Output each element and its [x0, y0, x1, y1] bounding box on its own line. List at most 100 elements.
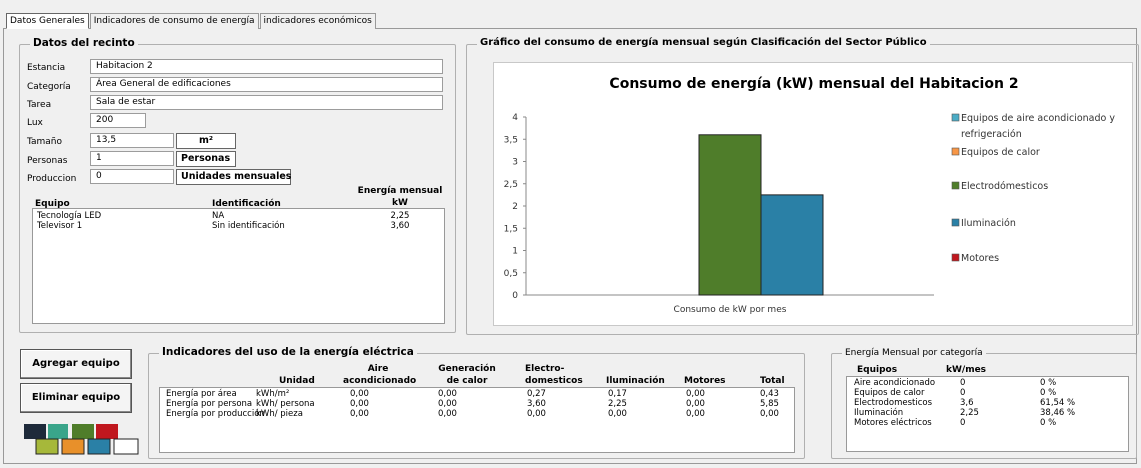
chart-legend-swatch-1 [951, 113, 960, 122]
logo-tile-5 [35, 438, 59, 455]
cat-row-1-pct: 0 % [1040, 378, 1057, 388]
ind-row-1-unidad: kWh/m² [256, 389, 290, 399]
personas-unit: Personas [176, 151, 236, 167]
chart-legend-label-1: refrigeración [961, 129, 1022, 140]
tarea-label: Tarea [27, 100, 52, 110]
agregar-equipo-button[interactable]: Agregar equipo [20, 349, 132, 379]
estancia-field[interactable]: Habitacion 2 [90, 59, 443, 74]
produccion-field[interactable]: 0 [90, 169, 174, 184]
tab-indicadores-consumo[interactable]: Indicadores de consumo de energía [89, 13, 259, 29]
produccion-label: Produccion [27, 174, 77, 184]
ind-row-2-total: 5,85 [760, 399, 779, 409]
chart-legend-swatch-3 [951, 181, 960, 190]
ind-row-1-aire: 0,00 [350, 389, 369, 399]
ind-row-1-motores: 0,00 [686, 389, 705, 399]
cat-row-3-name: Electrodomesticos [854, 398, 933, 408]
chart-y-tick-label: 3,5 [504, 135, 518, 145]
ind-row-2-name: Energía por persona [166, 399, 253, 409]
categoria-field[interactable]: Área General de edificaciones [90, 77, 443, 92]
ind-row-3-unidad: kWh/ pieza [256, 409, 303, 419]
logo-tile-2 [48, 424, 68, 439]
chart-y-tick-label: 0,5 [504, 269, 518, 279]
chart-legend-label-2: Equipos de calor [961, 147, 1040, 158]
tab-indicadores-economicos[interactable]: indicadores económicos [259, 13, 376, 29]
ind-row-3-motores: 0,00 [686, 409, 705, 419]
ind-row-1-electro: 0,27 [527, 389, 546, 399]
logo-tile-3 [72, 424, 94, 439]
chart-y-tick-label: 4 [512, 113, 518, 123]
indicadores-title: Indicadores del uso de la energía eléctr… [159, 346, 417, 358]
cat-row-2-pct: 0 % [1040, 388, 1057, 398]
tab-strip: Datos Generales Indicadores de consumo d… [6, 13, 377, 29]
tab-datos-generales[interactable]: Datos Generales [6, 13, 89, 29]
tamano-field[interactable]: 13,5 [90, 133, 174, 148]
cat-row-3-kw: 3,6 [960, 398, 974, 408]
equipment-row-1-energia[interactable]: 2,25 [355, 211, 445, 221]
chart-legend-swatch-2 [951, 147, 960, 156]
grafico-title: Gráfico del consumo de energía mensual s… [477, 37, 930, 48]
datos-recinto-title: Datos del recinto [30, 37, 138, 49]
ind-row-3-aire: 0,00 [350, 409, 369, 419]
logo-tile-8 [113, 438, 139, 455]
chart-y-tick-label: 3 [512, 158, 518, 168]
ind-row-3-calor: 0,00 [438, 409, 457, 419]
equipment-row-2-equipo[interactable]: Televisor 1 [37, 221, 82, 231]
ind-row-3-electro: 0,00 [527, 409, 546, 419]
cat-row-1-name: Aire acondicionado [854, 378, 936, 388]
cat-row-5-pct: 0 % [1040, 418, 1057, 428]
chart-y-tick-label: 1,5 [504, 224, 518, 234]
tamano-unit: m² [176, 133, 236, 149]
chart-y-tick-label: 1 [512, 247, 518, 257]
estancia-label: Estancia [27, 63, 66, 73]
tarea-field[interactable]: Sala de estar [90, 95, 443, 110]
cat-header-equipos: Equipos [857, 365, 898, 375]
cat-row-2-name: Equipos de calor [854, 388, 925, 398]
equipment-row-2-identificacion[interactable]: Sin identificación [212, 221, 285, 231]
cat-row-2-kw: 0 [960, 388, 966, 398]
cat-row-3-pct: 61,54 % [1040, 398, 1076, 408]
chart-x-tick-label: Consumo de kW por mes [674, 305, 787, 315]
ind-header-iluminacion: Iluminación [606, 376, 665, 386]
personas-field[interactable]: 1 [90, 151, 174, 166]
cat-row-4-kw: 2,25 [960, 408, 979, 418]
ind-row-3-name: Energía por producción [166, 409, 265, 419]
chart-bar-4 [760, 194, 824, 296]
chart-y-tick-label: 2,5 [504, 180, 518, 190]
cat-row-5-kw: 0 [960, 418, 966, 428]
ind-header-elec-1: Electro- [525, 364, 565, 374]
ind-row-2-ilum: 2,25 [608, 399, 627, 409]
chart-area: Consumo de energía (kW) mensual del Habi… [493, 62, 1133, 326]
ind-header-aire-2: acondicionado [343, 376, 417, 386]
ind-row-1-ilum: 0,17 [608, 389, 627, 399]
categoria-label: Categoría [27, 82, 71, 92]
categoria-title: Energía Mensual por categoría [842, 348, 986, 358]
personas-label: Personas [27, 156, 68, 166]
ind-header-elec-2: domesticos [525, 376, 583, 386]
ind-header-aire-1: Aire [367, 364, 389, 374]
ind-row-2-motores: 0,00 [686, 399, 705, 409]
ind-row-3-total: 0,00 [760, 409, 779, 419]
produccion-unit: Unidades mensuales [176, 169, 291, 185]
equipment-row-1-identificacion[interactable]: NA [212, 211, 224, 221]
lux-label: Lux [27, 118, 43, 128]
chart-y-tick-label: 0 [512, 291, 518, 301]
logo-tile-1 [24, 424, 46, 439]
cat-row-4-pct: 38,46 % [1040, 408, 1076, 418]
logo-icon [24, 424, 139, 455]
equipment-row-1-equipo[interactable]: Tecnología LED [37, 211, 101, 221]
logo-tile-7 [87, 438, 111, 455]
chart-legend-label-3: Electrodómesticos [961, 181, 1048, 192]
ind-row-1-calor: 0,00 [438, 389, 457, 399]
ind-header-unidad: Unidad [279, 376, 315, 386]
ind-row-1-name: Energía por área [166, 389, 237, 399]
ind-header-total: Total [760, 376, 785, 386]
cat-row-4-name: Iluminación [854, 408, 904, 418]
chart-bar-3 [698, 134, 762, 296]
ind-row-2-calor: 0,00 [438, 399, 457, 409]
cat-header-kw: kW/mes [946, 365, 987, 375]
lux-field[interactable]: 200 [90, 113, 146, 128]
chart-legend-swatch-4 [951, 218, 960, 227]
eliminar-equipo-button[interactable]: Eliminar equipo [20, 383, 132, 413]
equipment-row-2-energia[interactable]: 3,60 [355, 221, 445, 231]
tamano-label: Tamaño [27, 137, 63, 147]
